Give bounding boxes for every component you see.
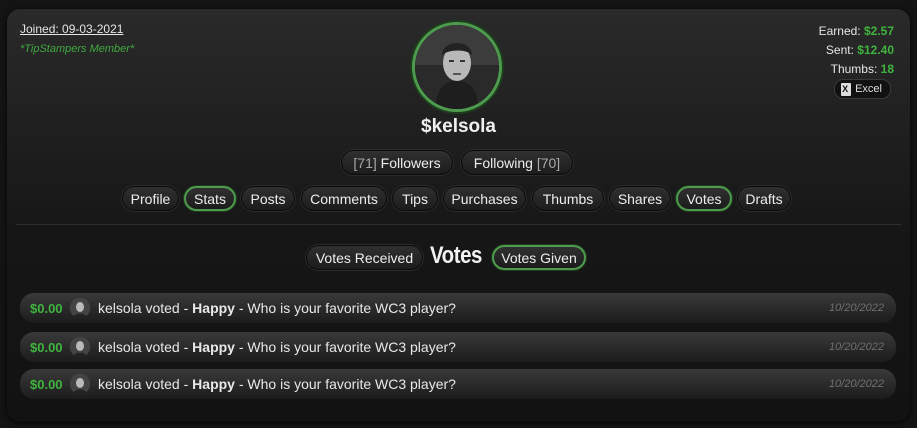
thumbs-stat: Thumbs: 18	[830, 62, 894, 76]
vote-date: 10/20/2022	[828, 302, 884, 314]
followers-label: Followers	[380, 154, 441, 171]
votes-heading: Votes	[430, 242, 482, 269]
voter-avatar-icon[interactable]	[70, 374, 90, 394]
tab-drafts[interactable]: Drafts	[737, 186, 791, 211]
vote-description[interactable]: kelsola voted - Happy - Who is your favo…	[98, 376, 456, 392]
sent-value: $12.40	[857, 43, 894, 57]
tab-thumbs[interactable]: Thumbs	[532, 186, 604, 211]
tab-stats[interactable]: Stats	[184, 186, 236, 211]
tab-purchases[interactable]: Purchases	[443, 186, 526, 211]
vote-amount: $0.00	[30, 376, 63, 392]
voter-avatar-icon[interactable]	[70, 298, 90, 318]
following-button[interactable]: Following [70]	[461, 150, 573, 175]
tab-profile[interactable]: Profile	[122, 186, 179, 211]
votes-received-button[interactable]: Votes Received	[306, 245, 423, 270]
tab-posts[interactable]: Posts	[241, 186, 295, 211]
avatar-portrait-icon	[415, 25, 499, 109]
excel-label: Excel	[855, 83, 882, 95]
following-count: [70]	[536, 154, 561, 171]
thumbs-value: 18	[880, 62, 894, 76]
vote-mood: Happy	[192, 300, 235, 316]
excel-icon	[841, 82, 852, 96]
avatar[interactable]	[412, 22, 502, 112]
earnings-stats: Earned: $2.57 Sent: $12.40 Thumbs: 18	[819, 22, 894, 79]
joined-date: Joined: 09-03-2021	[20, 22, 124, 36]
earned-stat: Earned: $2.57	[818, 24, 894, 38]
vote-row[interactable]: $0.00 kelsola voted - Happy - Who is you…	[20, 332, 896, 362]
vote-row[interactable]: $0.00 kelsola voted - Happy - Who is you…	[20, 293, 896, 323]
tab-tips[interactable]: Tips	[392, 186, 438, 211]
vote-amount: $0.00	[30, 339, 63, 355]
vote-date: 10/20/2022	[828, 378, 884, 390]
vote-description[interactable]: kelsola voted - Happy - Who is your favo…	[98, 339, 456, 355]
votes-given-button[interactable]: Votes Given	[492, 245, 586, 270]
vote-row[interactable]: $0.00 kelsola voted - Happy - Who is you…	[20, 369, 896, 399]
tab-comments[interactable]: Comments	[301, 186, 387, 211]
excel-export-button[interactable]: Excel	[834, 79, 891, 99]
sent-stat: Sent: $12.40	[825, 43, 894, 57]
voter-avatar-icon[interactable]	[70, 337, 90, 357]
vote-mood: Happy	[192, 376, 235, 392]
username: $kelsola	[421, 116, 496, 137]
followers-button[interactable]: [71] Followers	[341, 150, 453, 175]
section-divider	[16, 224, 901, 225]
vote-description[interactable]: kelsola voted - Happy - Who is your favo…	[98, 300, 456, 316]
vote-mood: Happy	[192, 339, 235, 355]
vote-amount: $0.00	[30, 300, 63, 316]
following-label: Following	[473, 154, 533, 171]
vote-date: 10/20/2022	[828, 341, 884, 353]
tab-votes[interactable]: Votes	[676, 186, 732, 211]
tab-shares[interactable]: Shares	[609, 186, 671, 211]
profile-card: Joined: 09-03-2021 *TipStampers Member* …	[6, 8, 911, 422]
member-badge: *TipStampers Member*	[20, 43, 135, 55]
earned-value: $2.57	[863, 24, 894, 38]
followers-count: [71]	[353, 154, 377, 171]
